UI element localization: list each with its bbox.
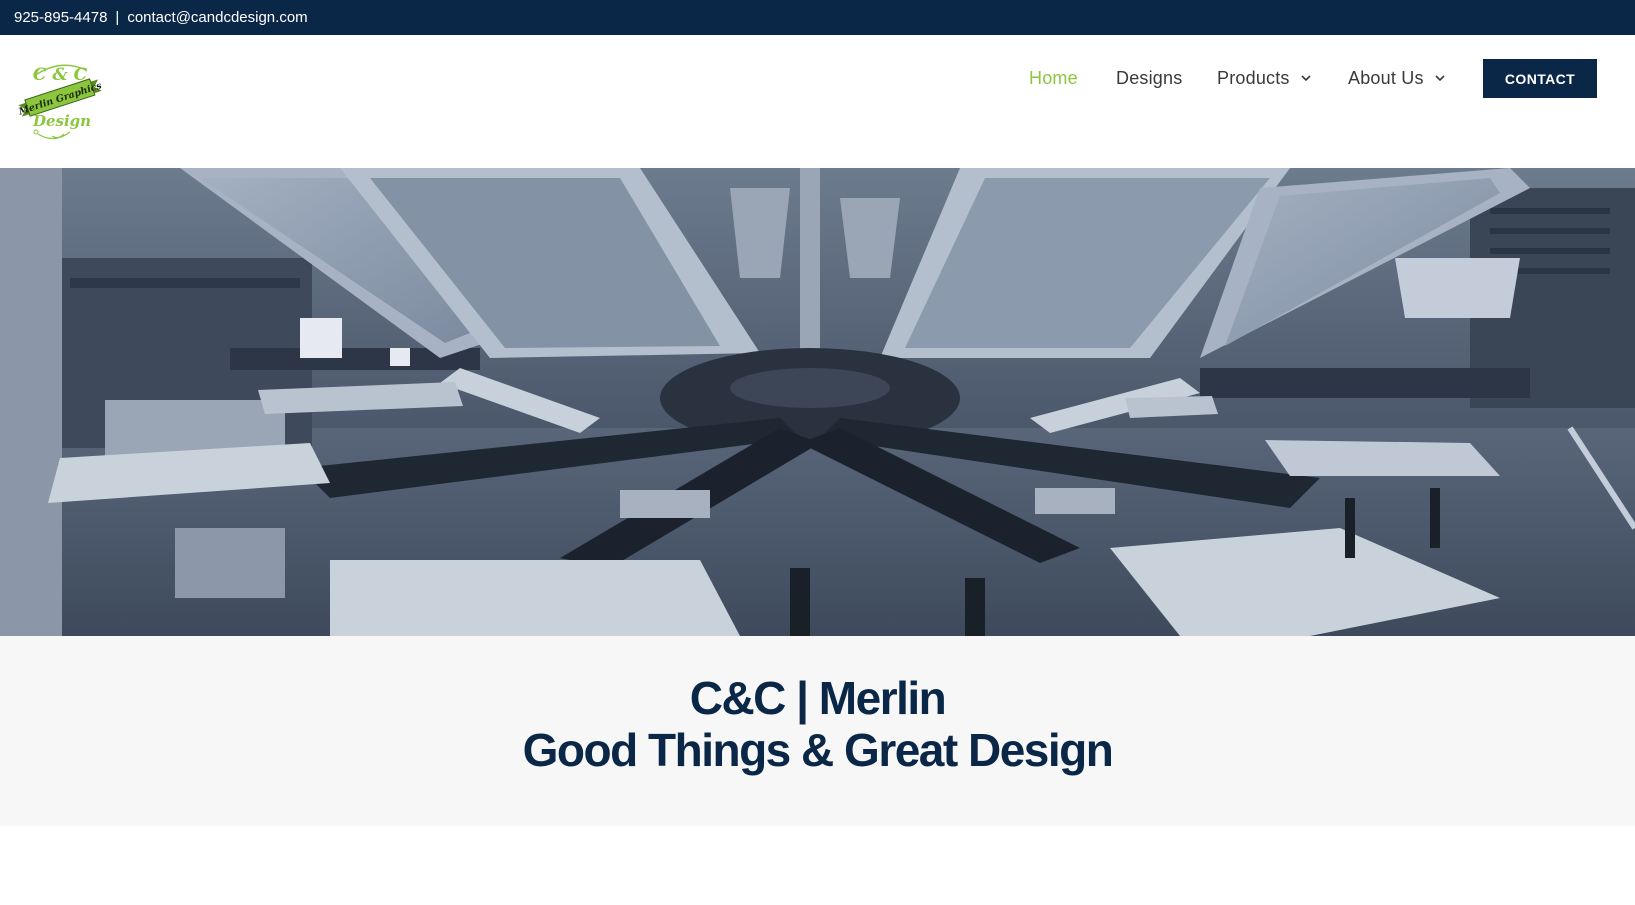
nav-home[interactable]: Home (1029, 66, 1078, 90)
screen-printing-press-photo (0, 168, 1635, 636)
site-header: C & C Merlin Graphics Design Home Design… (0, 35, 1635, 168)
tagline-line-2: Good Things & Great Design (522, 724, 1114, 776)
main-navigation: Home Designs Products About Us CONTACT (0, 35, 1635, 168)
tagline-line-1: C&C | Merlin (689, 672, 947, 724)
tagline-section: C&C | Merlin Good Things & Great Design (0, 636, 1635, 826)
nav-designs[interactable]: Designs (1116, 66, 1182, 90)
top-contact-bar: 925-895-4478 | contact@candcdesign.com (0, 0, 1635, 35)
nav-about-us[interactable]: About Us (1348, 66, 1446, 90)
chevron-down-icon (1435, 75, 1445, 82)
chevron-down-icon (1301, 75, 1311, 82)
phone-number[interactable]: 925-895-4478 (14, 9, 107, 26)
email-link[interactable]: contact@candcdesign.com (127, 9, 307, 26)
nav-about-us-label: About Us (1348, 67, 1424, 88)
nav-products[interactable]: Products (1217, 66, 1312, 90)
hero-image (0, 168, 1635, 636)
nav-home-label: Home (1029, 67, 1078, 88)
nav-products-label: Products (1217, 67, 1290, 88)
topbar-separator: | (115, 9, 120, 26)
nav-designs-label: Designs (1116, 67, 1183, 88)
contact-button[interactable]: CONTACT (1483, 59, 1597, 98)
